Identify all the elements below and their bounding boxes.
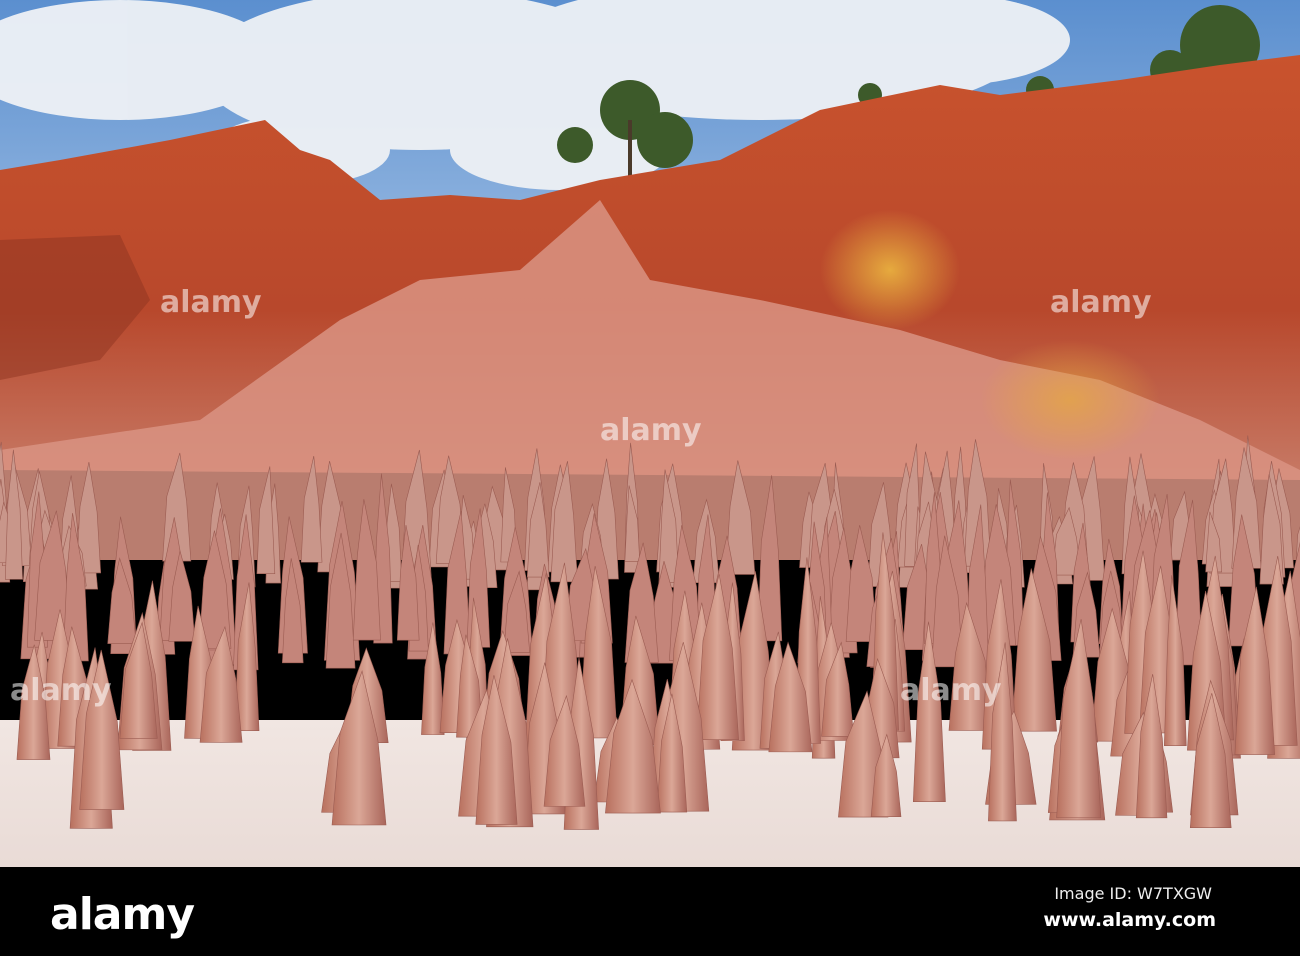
alamy-logo: alamy — [50, 889, 195, 940]
image-id: Image ID: W7TXGW — [1054, 884, 1212, 903]
site-url: www.alamy.com — [1043, 909, 1216, 931]
watermark: alamy — [1050, 285, 1152, 320]
footer-bar: alamy Image ID: W7TXGW www.alamy.com — [0, 867, 1300, 956]
stock-photo-page: alamy alamy alamy alamy alamy alamy Imag… — [0, 0, 1300, 956]
watermark: alamy — [160, 285, 262, 320]
watermark: alamy — [900, 673, 1002, 708]
spire — [107, 557, 137, 644]
watermark: alamy — [600, 413, 702, 448]
tsingy-rouge-photo: alamy alamy alamy alamy alamy — [0, 0, 1300, 867]
watermark: alamy — [10, 673, 112, 708]
